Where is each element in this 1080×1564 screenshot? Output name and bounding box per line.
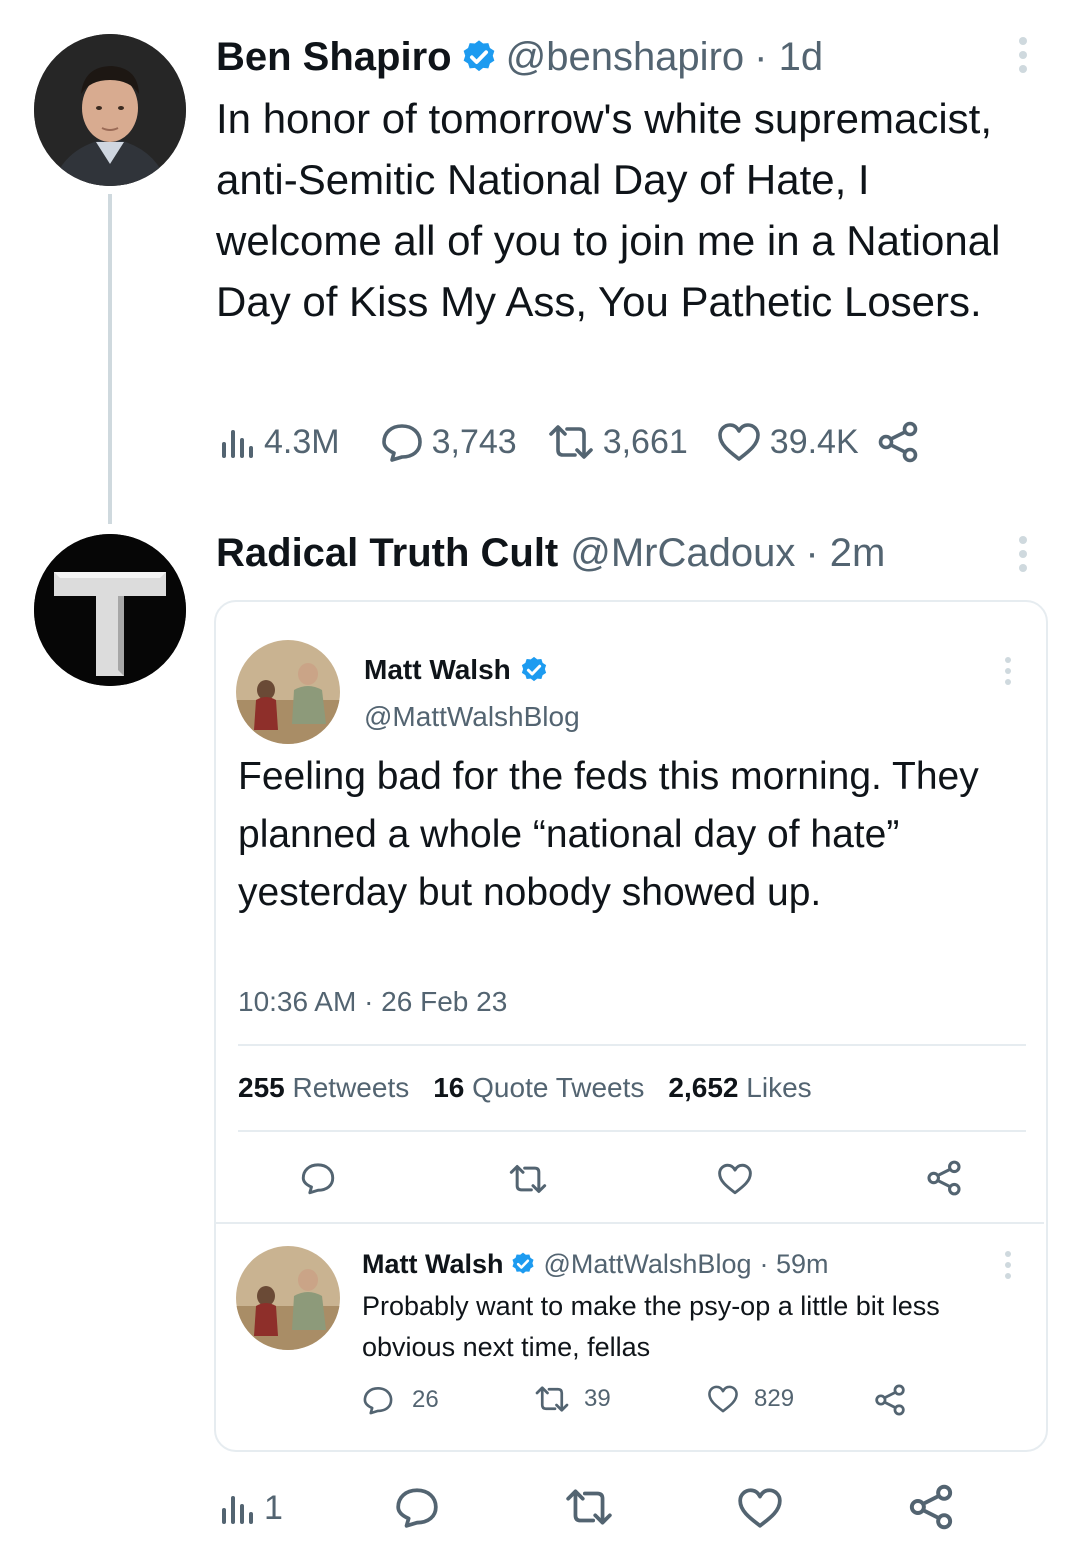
tweet1-actions: 4.3M 3,743 3,661 39.4K xyxy=(216,420,919,464)
share-icon xyxy=(877,421,919,463)
views-count: 1 xyxy=(264,1488,283,1527)
retweet-icon[interactable] xyxy=(564,1486,614,1528)
tweet1-header: Ben Shapiro @benshapiro · 1d xyxy=(216,32,823,82)
divider xyxy=(216,1222,1044,1224)
verified-icon xyxy=(519,655,549,685)
retweet-icon xyxy=(534,1384,570,1414)
retweet-stat[interactable]: 39 xyxy=(534,1384,611,1414)
like-icon[interactable] xyxy=(736,1486,784,1530)
views-count: 4.3M xyxy=(264,422,340,461)
retweets-count[interactable]: 255 Retweets xyxy=(238,1070,409,1106)
reply-header: Matt Walsh @MattWalshBlog · 59m xyxy=(362,1246,829,1282)
views-icon xyxy=(216,422,256,462)
like-icon[interactable] xyxy=(716,1162,754,1196)
share-stat[interactable] xyxy=(877,421,919,463)
more-icon[interactable] xyxy=(1012,36,1034,74)
like-count: 39.4K xyxy=(769,422,859,461)
author-name[interactable]: Ben Shapiro xyxy=(216,32,452,82)
reply-stat[interactable]: 26 xyxy=(362,1384,439,1416)
tweet1-text: In honor of tomorrow's white supremacist… xyxy=(216,95,1001,325)
reply-stat[interactable]: 3,743 xyxy=(380,420,517,464)
tweet-time[interactable]: · 1d xyxy=(754,32,823,82)
author-name[interactable]: Radical Truth Cult xyxy=(216,528,558,578)
quotes-count[interactable]: 16 Quote Tweets xyxy=(433,1070,644,1106)
reply-icon[interactable] xyxy=(300,1160,336,1196)
share-icon[interactable] xyxy=(926,1160,962,1196)
like-stat[interactable]: 829 xyxy=(706,1384,794,1414)
verified-icon xyxy=(510,1251,536,1277)
divider xyxy=(238,1044,1026,1046)
views-stat[interactable]: 1 xyxy=(216,1488,283,1528)
reply-icon[interactable] xyxy=(394,1484,440,1530)
tweet2-actions: 1 xyxy=(216,1484,976,1534)
author-handle[interactable]: @MrCadoux xyxy=(570,528,795,578)
author-handle[interactable]: @MattWalshBlog xyxy=(544,1246,752,1282)
avatar-matt-walsh[interactable] xyxy=(236,640,340,744)
author-name[interactable]: Matt Walsh xyxy=(364,652,511,688)
like-icon xyxy=(706,1384,740,1414)
retweet-stat[interactable]: 3,661 xyxy=(547,422,688,462)
like-count: 829 xyxy=(754,1385,795,1412)
thread-line xyxy=(108,194,112,524)
divider xyxy=(238,1130,1026,1132)
avatar-matt-walsh[interactable] xyxy=(236,1246,340,1350)
views-icon xyxy=(216,1488,256,1528)
more-icon[interactable] xyxy=(1012,535,1034,573)
verified-icon xyxy=(460,38,498,76)
reply-count: 26 xyxy=(412,1386,439,1413)
like-stat[interactable]: 39.4K xyxy=(716,421,859,463)
tweet2-header: Radical Truth Cult @MrCadoux · 2m xyxy=(216,528,885,578)
retweet-icon xyxy=(547,422,595,462)
embed-timestamp: 10:36 AM · 26 Feb 23 xyxy=(238,986,508,1017)
likes-count[interactable]: 2,652 Likes xyxy=(668,1070,811,1106)
author-handle[interactable]: @MattWalshBlog xyxy=(364,699,580,735)
retweet-count: 39 xyxy=(584,1385,611,1412)
embed-engagement: 255 Retweets 16 Quote Tweets 2,652 Likes xyxy=(238,1070,812,1106)
embed-text: Feeling bad for the feds this morning. T… xyxy=(238,755,979,914)
author-handle[interactable]: @benshapiro xyxy=(506,32,745,82)
more-icon[interactable] xyxy=(1000,656,1016,686)
avatar-radical-truth-cult[interactable] xyxy=(34,534,186,686)
reply-icon xyxy=(362,1384,394,1416)
tweet-time[interactable]: · 59m xyxy=(759,1246,828,1282)
retweet-count: 3,661 xyxy=(602,422,688,461)
reply-actions: 26 39 829 xyxy=(362,1384,922,1420)
tweet-time[interactable]: · 2m xyxy=(805,528,885,578)
embed-header: Matt Walsh @MattWalshBlog xyxy=(364,652,580,735)
reply-count: 3,743 xyxy=(431,422,517,461)
reply-icon xyxy=(380,420,424,464)
like-icon xyxy=(716,421,762,463)
share-icon[interactable] xyxy=(908,1484,954,1530)
views-stat[interactable]: 4.3M xyxy=(216,422,340,462)
avatar-ben-shapiro[interactable] xyxy=(34,34,186,186)
retweet-icon[interactable] xyxy=(508,1162,548,1196)
share-stat[interactable] xyxy=(874,1384,906,1416)
reply-text: Probably want to make the psy-op a littl… xyxy=(362,1291,940,1362)
author-name[interactable]: Matt Walsh xyxy=(362,1246,504,1282)
share-icon xyxy=(874,1384,906,1416)
more-icon[interactable] xyxy=(1000,1250,1016,1280)
